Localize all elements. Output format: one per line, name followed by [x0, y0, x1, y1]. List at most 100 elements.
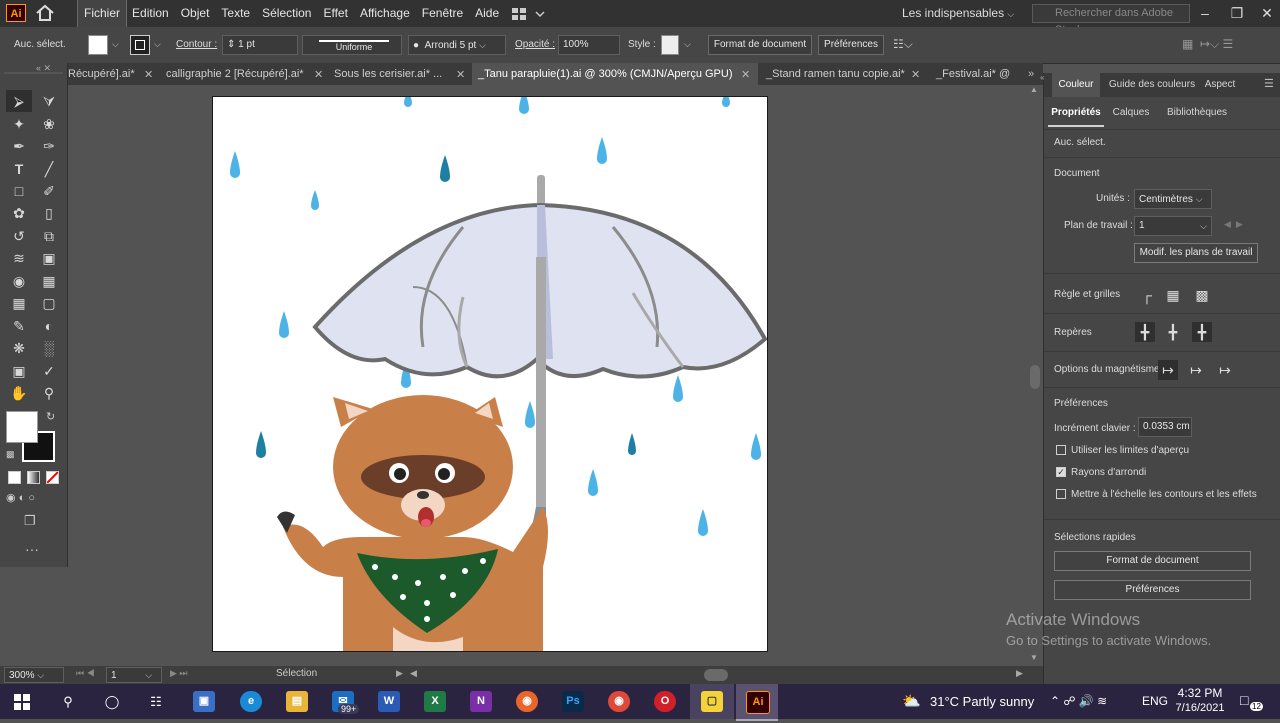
menu-texte[interactable]: Texte: [215, 0, 256, 27]
collapse-panel-icon[interactable]: «: [1040, 73, 1044, 82]
tab-proprietes[interactable]: Propriétés: [1048, 101, 1104, 127]
rotate-tool-icon[interactable]: ↺: [6, 225, 32, 247]
show-guides-icon[interactable]: ╋: [1135, 322, 1155, 342]
close-icon[interactable]: ✕: [456, 68, 465, 81]
menu-edition[interactable]: Edition: [126, 0, 175, 27]
artboard-canvas[interactable]: [212, 96, 768, 652]
panel-menu-icon[interactable]: ☰: [1264, 77, 1274, 90]
menu-affichage[interactable]: Affichage: [354, 0, 416, 27]
eraser-tool-icon[interactable]: ▯: [36, 202, 62, 224]
menu-fenetre[interactable]: Fenêtre: [416, 0, 469, 27]
tab-bibliotheques[interactable]: Bibliothèques: [1160, 101, 1234, 125]
snap-to-point-icon[interactable]: ↦: [1158, 360, 1178, 380]
windows-start-icon[interactable]: [0, 684, 44, 719]
zoom-tool-icon[interactable]: ⚲: [36, 382, 62, 404]
swap-colors-icon[interactable]: ↻: [46, 410, 55, 423]
task-view-icon[interactable]: ☷: [134, 684, 178, 719]
scroll-right-icon[interactable]: ▶: [1016, 668, 1023, 679]
type-tool-icon[interactable]: T: [6, 158, 32, 180]
menu-effet[interactable]: Effet: [317, 0, 353, 27]
tab-document-6[interactable]: _Festival.ai* @: [930, 63, 1032, 85]
drawing-modes-icon[interactable]: ◉ ◐ ○: [6, 491, 62, 507]
close-icon[interactable]: ✕: [911, 68, 920, 81]
shape-builder-tool-icon[interactable]: ◉: [6, 270, 32, 292]
restore-button[interactable]: ❐: [1222, 0, 1252, 27]
screen-mode-icon[interactable]: ❐: [24, 513, 46, 529]
smart-guides-icon[interactable]: ╋: [1163, 322, 1183, 342]
direct-selection-tool-icon[interactable]: ⮛: [36, 90, 62, 112]
arrange-documents-icon[interactable]: [510, 6, 550, 22]
language-indicator[interactable]: ENG: [1142, 684, 1168, 719]
firefox-icon[interactable]: ◉: [516, 691, 538, 712]
blend-tool-icon[interactable]: ◐: [36, 315, 62, 337]
fill-swatch[interactable]: [88, 35, 108, 55]
shaper-tool-icon[interactable]: ✿: [6, 202, 32, 224]
status-menu-icon[interactable]: ▶: [396, 668, 403, 679]
more-tabs-icon[interactable]: »: [1028, 68, 1034, 80]
keyboard-increment-input[interactable]: 0.0353 cm: [1138, 417, 1192, 437]
quick-document-setup-button[interactable]: Format de document: [1054, 551, 1251, 571]
selection-tool-icon[interactable]: ⮚: [6, 90, 32, 112]
artboard-navigator[interactable]: 1 ⌵: [106, 667, 162, 683]
weather-text[interactable]: 31°C Partly sunny: [930, 684, 1034, 719]
system-tray-icons[interactable]: ⌃ ☍ 🔊 ≋: [1050, 684, 1107, 719]
default-colors-icon[interactable]: ▩: [6, 449, 15, 460]
stroke-dropdown-icon[interactable]: ⌵: [154, 39, 161, 50]
zoom-field[interactable]: 300% ⌵: [4, 667, 64, 683]
stroke-swatch[interactable]: [130, 35, 150, 55]
tab-document-3[interactable]: Sous les cerisier.ai* ...: [330, 63, 464, 85]
stock-search-input[interactable]: Rechercher dans Adobe Stock: [1032, 4, 1190, 36]
tab-guide-couleurs[interactable]: Guide des couleurs: [1106, 73, 1198, 97]
stroke-weight-field[interactable]: ⇕ 1 pt: [222, 35, 298, 55]
menu-selection[interactable]: Sélection: [256, 0, 317, 27]
tab-aspect[interactable]: Aspect: [1200, 73, 1240, 97]
scale-strokes-checkbox[interactable]: [1056, 489, 1066, 499]
rectangle-tool-icon[interactable]: □: [6, 180, 32, 202]
tab-document-2[interactable]: calligraphie 2 [Récupéré].ai*: [162, 63, 316, 85]
edit-toolbar-icon[interactable]: ···: [25, 541, 39, 557]
home-icon[interactable]: [34, 3, 56, 23]
style-dropdown-icon[interactable]: ⌵: [684, 39, 691, 50]
mesh-tool-icon[interactable]: ▦: [6, 292, 32, 314]
excel-icon[interactable]: X: [424, 691, 446, 712]
clock-time[interactable]: 4:32 PM: [1176, 686, 1224, 700]
width-tool-icon[interactable]: ≋: [6, 247, 32, 269]
symbol-sprayer-tool-icon[interactable]: ❋: [6, 337, 32, 359]
lasso-tool-icon[interactable]: ❀: [36, 113, 62, 135]
eyedropper-tool-icon[interactable]: ✎: [6, 315, 32, 337]
tab-document-active[interactable]: _Tanu parapluie(1).ai @ 300% (CMJN/Aperç…: [472, 63, 758, 85]
quick-preferences-button[interactable]: Préférences: [1054, 580, 1251, 600]
opera-icon[interactable]: O: [654, 691, 676, 712]
opacity-label[interactable]: Opacité :: [515, 27, 555, 63]
fill-dropdown-icon[interactable]: ⌵: [112, 39, 119, 50]
store-icon[interactable]: ▣: [193, 691, 215, 712]
onenote-icon[interactable]: N: [470, 691, 492, 712]
column-graph-tool-icon[interactable]: ░: [36, 337, 62, 359]
vertical-scrollbar[interactable]: ▲ ▼: [1028, 85, 1042, 665]
artboard-tool-icon[interactable]: ▣: [6, 360, 32, 382]
artboard-prev-next-icon[interactable]: ◀ ▶: [1224, 219, 1243, 230]
ruler-icon[interactable]: ┌: [1137, 285, 1157, 305]
sticky-notes-button[interactable]: ▢: [690, 684, 734, 719]
pen-tool-icon[interactable]: ✒: [6, 135, 32, 157]
scroll-up-icon[interactable]: ▲: [1030, 85, 1038, 94]
rounded-corners-checkbox[interactable]: ✓: [1056, 467, 1066, 477]
close-icon[interactable]: ✕: [741, 68, 750, 81]
document-setup-button[interactable]: Format de document: [708, 35, 812, 55]
workspace-switcher[interactable]: Les indispensables ⌵: [902, 0, 1014, 28]
close-icon[interactable]: ✕: [144, 68, 153, 81]
magic-wand-tool-icon[interactable]: ✦: [6, 113, 32, 135]
tab-calques[interactable]: Calques: [1108, 101, 1154, 125]
search-icon[interactable]: ⚲: [46, 684, 90, 719]
next-last-artboard-icon[interactable]: ▶ ⏭: [170, 668, 188, 679]
scroll-thumb[interactable]: [1030, 365, 1040, 389]
minimize-button[interactable]: –: [1190, 0, 1220, 27]
tab-couleur[interactable]: Couleur: [1052, 73, 1100, 97]
slice-tool-icon[interactable]: ✓: [36, 360, 62, 382]
close-icon[interactable]: ✕: [314, 68, 323, 81]
grid-icon[interactable]: ▦: [1163, 285, 1183, 305]
graphic-style-swatch[interactable]: [661, 35, 679, 55]
snap-to-pixel-icon[interactable]: ↦: [1186, 360, 1206, 380]
horizontal-scroll-thumb[interactable]: [704, 669, 728, 681]
contour-label[interactable]: Contour :: [176, 27, 217, 63]
